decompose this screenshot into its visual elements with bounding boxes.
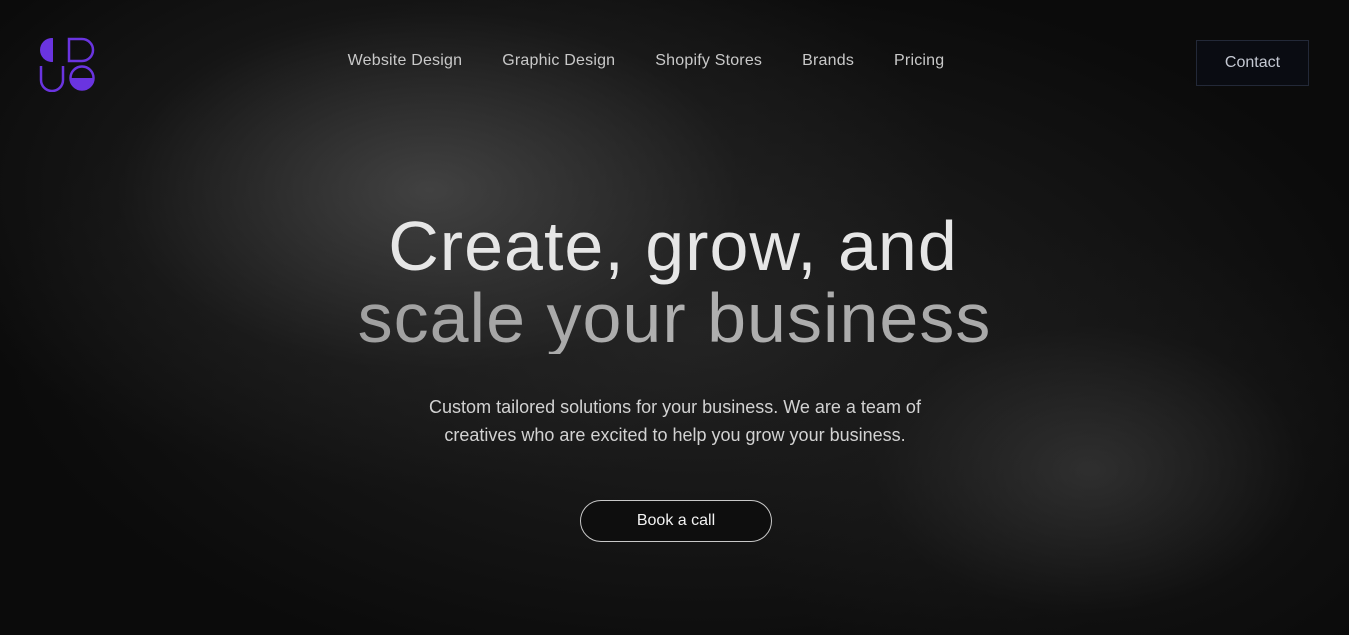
nav-item-shopify-stores[interactable]: Shopify Stores [655, 52, 762, 70]
nav-item-brands[interactable]: Brands [802, 52, 854, 70]
page: Website Design Graphic Design Shopify St… [0, 0, 1349, 635]
main-nav: Website Design Graphic Design Shopify St… [0, 52, 1292, 70]
nav-item-website-design[interactable]: Website Design [348, 52, 463, 70]
hero-title: Create, grow, and scale your business [0, 210, 1349, 354]
contact-button[interactable]: Contact [1196, 40, 1309, 86]
book-a-call-button[interactable]: Book a call [580, 500, 772, 542]
nav-item-graphic-design[interactable]: Graphic Design [502, 52, 615, 70]
hero-subtitle: Custom tailored solutions for your busin… [429, 397, 921, 445]
hero-title-line-2: scale your business [0, 282, 1349, 354]
hero-title-line-1: Create, grow, and [388, 207, 958, 285]
nav-item-pricing[interactable]: Pricing [894, 52, 944, 70]
